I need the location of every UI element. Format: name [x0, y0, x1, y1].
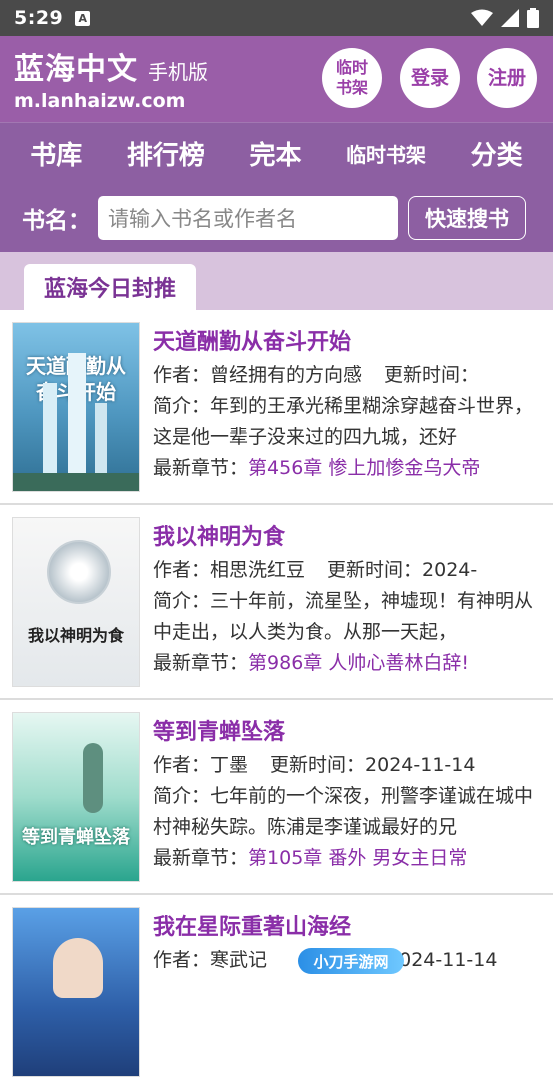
book-title[interactable]: 我以神明为食: [153, 521, 545, 555]
book-cover[interactable]: 我以神明为食: [12, 517, 140, 687]
latest-chapter-link[interactable]: 第986章 人帅心善林白辞!: [248, 652, 469, 674]
site-url: m.lanhaizw.com: [14, 90, 186, 112]
intro-label: 简介：: [153, 395, 211, 417]
search-bar: 书名： 请输入书名或作者名 快速搜书: [0, 184, 553, 252]
book-info: 等到青蝉坠落 作者：丁墨 更新时间：2024-11-14 简介：七年前的一个深夜，…: [153, 716, 545, 874]
cover-title: 等到青蝉坠落: [22, 827, 130, 848]
book-meta: 作者：相思洗红豆 更新时间：2024-: [153, 555, 545, 586]
main-nav: 书库 排行榜 完本 临时书架 分类: [0, 122, 553, 184]
book-intro: 简介：七年前的一个深夜，刑警李谨诚在城中村神秘失踪。陈浦是李谨诚最好的兄: [153, 781, 545, 843]
book-intro: 简介：三十年前，流星坠，神墟现！有神明从中走出，以人类为食。从那一天起，: [153, 586, 545, 648]
book-latest: 最新章节：第105章 番外 男女主日常: [153, 843, 545, 874]
status-time: 5:29: [14, 7, 64, 29]
book-meta: 作者：曾经拥有的方向感 更新时间：: [153, 360, 545, 391]
latest-label: 最新章节：: [153, 652, 249, 674]
book-author: 相思洗红豆: [210, 559, 306, 581]
status-bar: 5:29 A: [0, 0, 553, 36]
author-label: 作者：: [153, 754, 211, 776]
book-info: 天道酬勤从奋斗开始 作者：曾经拥有的方向感 更新时间： 简介：年到的王承光稀里糊涂…: [153, 326, 545, 484]
intro-label: 简介：: [153, 590, 211, 612]
section-header: 蓝海今日封推: [0, 252, 553, 310]
site-suffix: 手机版: [148, 60, 208, 84]
book-title[interactable]: 天道酬勤从奋斗开始: [153, 326, 545, 360]
signal-icon: [501, 9, 519, 27]
book-update-time: 2024-: [422, 559, 478, 581]
update-label: 更新时间：: [384, 364, 480, 386]
book-latest: 最新章节：第456章 惨上加惨金乌大帝: [153, 453, 545, 484]
watermark-logo: 小刀手游网: [298, 948, 404, 974]
site-name: 蓝海中文: [14, 52, 138, 87]
book-intro: 简介：年到的王承光稀里糊涂穿越奋斗世界，这是他一辈子没来过的四九城，还好: [153, 391, 545, 453]
author-label: 作者：: [153, 949, 211, 971]
nav-completed[interactable]: 完本: [249, 135, 301, 172]
battery-icon: [527, 8, 539, 28]
book-author: 寒武记: [210, 949, 268, 971]
list-item[interactable]: 我以神明为食 我以神明为食 作者：相思洗红豆 更新时间：2024- 简介：三十年前…: [0, 505, 553, 700]
notification-a-icon: A: [75, 10, 91, 26]
search-label: 书名：: [22, 208, 91, 234]
temp-bookshelf-button[interactable]: 临时 书架: [322, 48, 382, 108]
register-button[interactable]: 注册: [477, 48, 537, 108]
latest-label: 最新章节：: [153, 457, 249, 479]
search-button[interactable]: 快速搜书: [408, 196, 526, 240]
book-author: 丁墨: [210, 754, 249, 776]
login-button[interactable]: 登录: [400, 48, 460, 108]
nav-category[interactable]: 分类: [471, 135, 523, 172]
section-title: 蓝海今日封推: [24, 264, 196, 310]
author-label: 作者：: [153, 559, 211, 581]
nav-temp-bookshelf[interactable]: 临时书架: [346, 139, 426, 168]
author-label: 作者：: [153, 364, 211, 386]
update-label: 更新时间：: [327, 559, 423, 581]
latest-chapter-link[interactable]: 第456章 惨上加惨金乌大帝: [248, 457, 480, 479]
nav-library[interactable]: 书库: [30, 135, 82, 172]
book-cover[interactable]: 天道酬勤从奋斗开始: [12, 322, 140, 492]
book-list: 天道酬勤从奋斗开始 天道酬勤从奋斗开始 作者：曾经拥有的方向感更新时间： 简介：…: [0, 310, 553, 1090]
latest-chapter-link[interactable]: 第105章 番外 男女主日常: [248, 847, 467, 869]
list-item[interactable]: 天道酬勤从奋斗开始 天道酬勤从奋斗开始 作者：曾经拥有的方向感更新时间： 简介：…: [0, 310, 553, 505]
site-header: 蓝海中文 手机版 m.lanhaizw.com 临时 书架 登录 注册: [0, 36, 553, 122]
book-cover[interactable]: [12, 907, 140, 1077]
book-info: 我以神明为食 作者：相思洗红豆 更新时间：2024- 简介：三十年前，流星坠，神墟…: [153, 521, 545, 679]
intro-label: 简介：: [153, 785, 211, 807]
book-update-time: 2024-11-14: [365, 754, 476, 776]
book-intro-text: 七年前的一个深夜，刑警李谨诚在城中村神秘失踪。陈浦是李谨诚最好的兄: [153, 785, 534, 838]
book-intro-text: 年到的王承光稀里糊涂穿越奋斗世界，这是他一辈子没来过的四九城，还好: [153, 395, 534, 448]
wifi-icon: [471, 9, 493, 26]
list-item[interactable]: 等到青蝉坠落 等到青蝉坠落 作者：丁墨 更新时间：2024-11-14 简介：七年…: [0, 700, 553, 895]
book-intro-text: 三十年前，流星坠，神墟现！有神明从中走出，以人类为食。从那一天起，: [153, 590, 534, 643]
book-meta: 作者：丁墨 更新时间：2024-11-14: [153, 750, 545, 781]
book-latest: 最新章节：第986章 人帅心善林白辞!: [153, 648, 545, 679]
list-item[interactable]: 我在星际重著山海经 作者：寒武记 2024-11-14: [0, 895, 553, 1090]
latest-label: 最新章节：: [153, 847, 249, 869]
book-title[interactable]: 等到青蝉坠落: [153, 716, 545, 750]
search-input[interactable]: 请输入书名或作者名: [98, 196, 398, 240]
book-author: 曾经拥有的方向感: [210, 364, 363, 386]
update-label: 更新时间：: [270, 754, 366, 776]
cover-title: 我以神明为食: [27, 626, 124, 645]
site-logo[interactable]: 蓝海中文 手机版 m.lanhaizw.com: [14, 44, 208, 112]
book-cover[interactable]: 等到青蝉坠落: [12, 712, 140, 882]
nav-ranking[interactable]: 排行榜: [127, 135, 205, 172]
book-title[interactable]: 我在星际重著山海经: [153, 911, 545, 945]
